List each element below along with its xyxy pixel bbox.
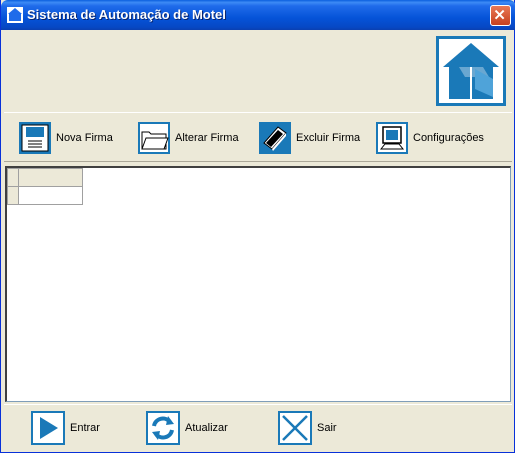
header-panel	[4, 30, 512, 110]
nova-firma-button[interactable]: Nova Firma	[18, 121, 113, 155]
grid-header-cell[interactable]	[18, 168, 83, 187]
title-bar[interactable]: Sistema de Automação de Motel	[1, 0, 515, 30]
grid-header-row	[7, 168, 83, 187]
client-area: Nova Firma Alterar Firma Excluir Firma C…	[4, 30, 512, 450]
window-title: Sistema de Automação de Motel	[27, 7, 226, 22]
grid-corner-cell	[7, 168, 19, 187]
floppy-icon	[19, 122, 51, 154]
configuracoes-label: Configurações	[413, 132, 484, 144]
alterar-firma-button[interactable]: Alterar Firma	[137, 121, 239, 155]
bottom-bar: Entrar Atualizar Sair	[4, 404, 512, 450]
folder-icon	[138, 122, 170, 154]
main-window: Sistema de Automação de Motel Nova Firma…	[0, 0, 515, 453]
nova-firma-label: Nova Firma	[56, 132, 113, 144]
book-delete-icon	[259, 122, 291, 154]
house-logo-icon	[443, 43, 499, 99]
play-arrow-icon	[31, 411, 65, 445]
excluir-firma-button[interactable]: Excluir Firma	[258, 121, 360, 155]
window-app-icon	[7, 7, 23, 23]
close-icon	[494, 9, 505, 20]
grid-table	[7, 168, 83, 205]
refresh-icon	[146, 411, 180, 445]
entrar-button[interactable]: Entrar	[31, 411, 100, 445]
grid-cell[interactable]	[18, 186, 83, 205]
close-button[interactable]	[490, 5, 511, 26]
alterar-firma-label: Alterar Firma	[175, 132, 239, 144]
grid-row-indicator[interactable]	[7, 186, 19, 205]
atualizar-button[interactable]: Atualizar	[146, 411, 228, 445]
toolbar: Nova Firma Alterar Firma Excluir Firma C…	[4, 112, 512, 162]
x-icon	[278, 411, 312, 445]
configuracoes-button[interactable]: Configurações	[375, 121, 484, 155]
grid-row[interactable]	[7, 186, 83, 205]
sair-button[interactable]: Sair	[278, 411, 337, 445]
excluir-firma-label: Excluir Firma	[296, 132, 361, 144]
sair-label: Sair	[317, 422, 337, 434]
entrar-label: Entrar	[70, 422, 100, 434]
monitor-icon	[376, 122, 408, 154]
atualizar-label: Atualizar	[185, 422, 228, 434]
firms-grid[interactable]	[5, 166, 511, 402]
house-logo	[436, 36, 506, 106]
